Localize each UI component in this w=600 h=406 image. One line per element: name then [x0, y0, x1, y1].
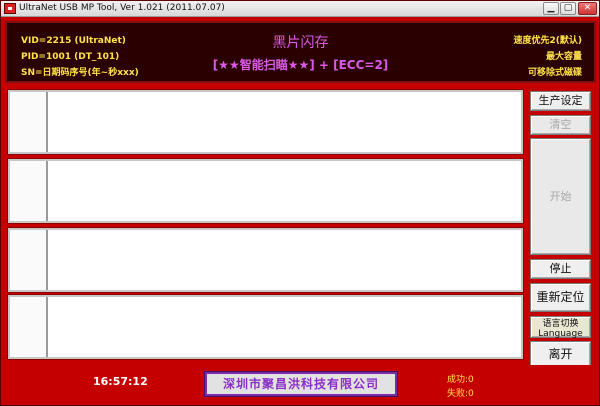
language-en-label: Language: [538, 329, 583, 339]
slot-info: [52, 297, 521, 357]
slot-port: [10, 297, 48, 357]
removable-disk-label: 可移除式磁碟: [527, 68, 582, 78]
max-capacity-label: 最大容量: [545, 52, 582, 62]
relocate-button[interactable]: 重新定位: [530, 283, 591, 312]
language-switch-button[interactable]: 语言切换 Language: [530, 316, 591, 339]
close-button[interactable]: ✕: [578, 2, 597, 15]
maximize-button[interactable]: ▢: [560, 2, 576, 15]
clock-display: 16:57:12: [93, 375, 148, 388]
slot-info: [52, 230, 521, 290]
slot-port: [10, 161, 48, 221]
device-slot-1[interactable]: [7, 89, 524, 155]
success-count: 成功:0: [447, 375, 474, 385]
slot-info: [52, 92, 521, 152]
main-window: UltraNet USB MP Tool, Ver 1.021 (2011.07…: [0, 0, 600, 406]
device-slot-list: [7, 89, 524, 361]
status-bar: 16:57:12 深圳市聚昌洪科技有限公司 成功:0 失败:0: [1, 365, 599, 405]
speed-priority-label: 速度优先2(默认): [513, 36, 583, 46]
device-info-header: VID=2215 (UltraNet) PID=1001 (DT_101) SN…: [5, 21, 596, 83]
title-bar[interactable]: UltraNet USB MP Tool, Ver 1.021 (2011.07…: [1, 1, 599, 17]
scan-mode-subtitle: [★★智能扫瞄★★] + [ECC=2]: [212, 58, 389, 72]
clear-button[interactable]: 清空: [530, 115, 591, 135]
exit-button[interactable]: 离开: [530, 341, 591, 367]
window-title: UltraNet USB MP Tool, Ver 1.021 (2011.07…: [19, 3, 225, 13]
slot-port: [10, 230, 48, 290]
fail-count: 失败:0: [447, 389, 474, 399]
device-slot-4[interactable]: [7, 294, 524, 360]
format-options: 速度优先2(默认) 最大容量 可移除式磁碟: [514, 33, 583, 81]
minimize-button[interactable]: ▁: [543, 2, 559, 15]
stop-button[interactable]: 停止: [530, 259, 591, 279]
flash-type-title: 黑片闪存: [272, 35, 329, 51]
start-button[interactable]: 开始: [530, 138, 591, 255]
language-cn-label: 语言切换: [542, 319, 579, 329]
app-icon[interactable]: [4, 3, 16, 14]
device-slot-3[interactable]: [7, 227, 524, 293]
production-settings-button[interactable]: 生产设定: [530, 91, 591, 111]
company-banner: 深圳市聚昌洪科技有限公司: [204, 371, 398, 397]
slot-info: [52, 161, 521, 221]
device-slot-2[interactable]: [7, 158, 524, 224]
slot-port: [10, 92, 48, 152]
